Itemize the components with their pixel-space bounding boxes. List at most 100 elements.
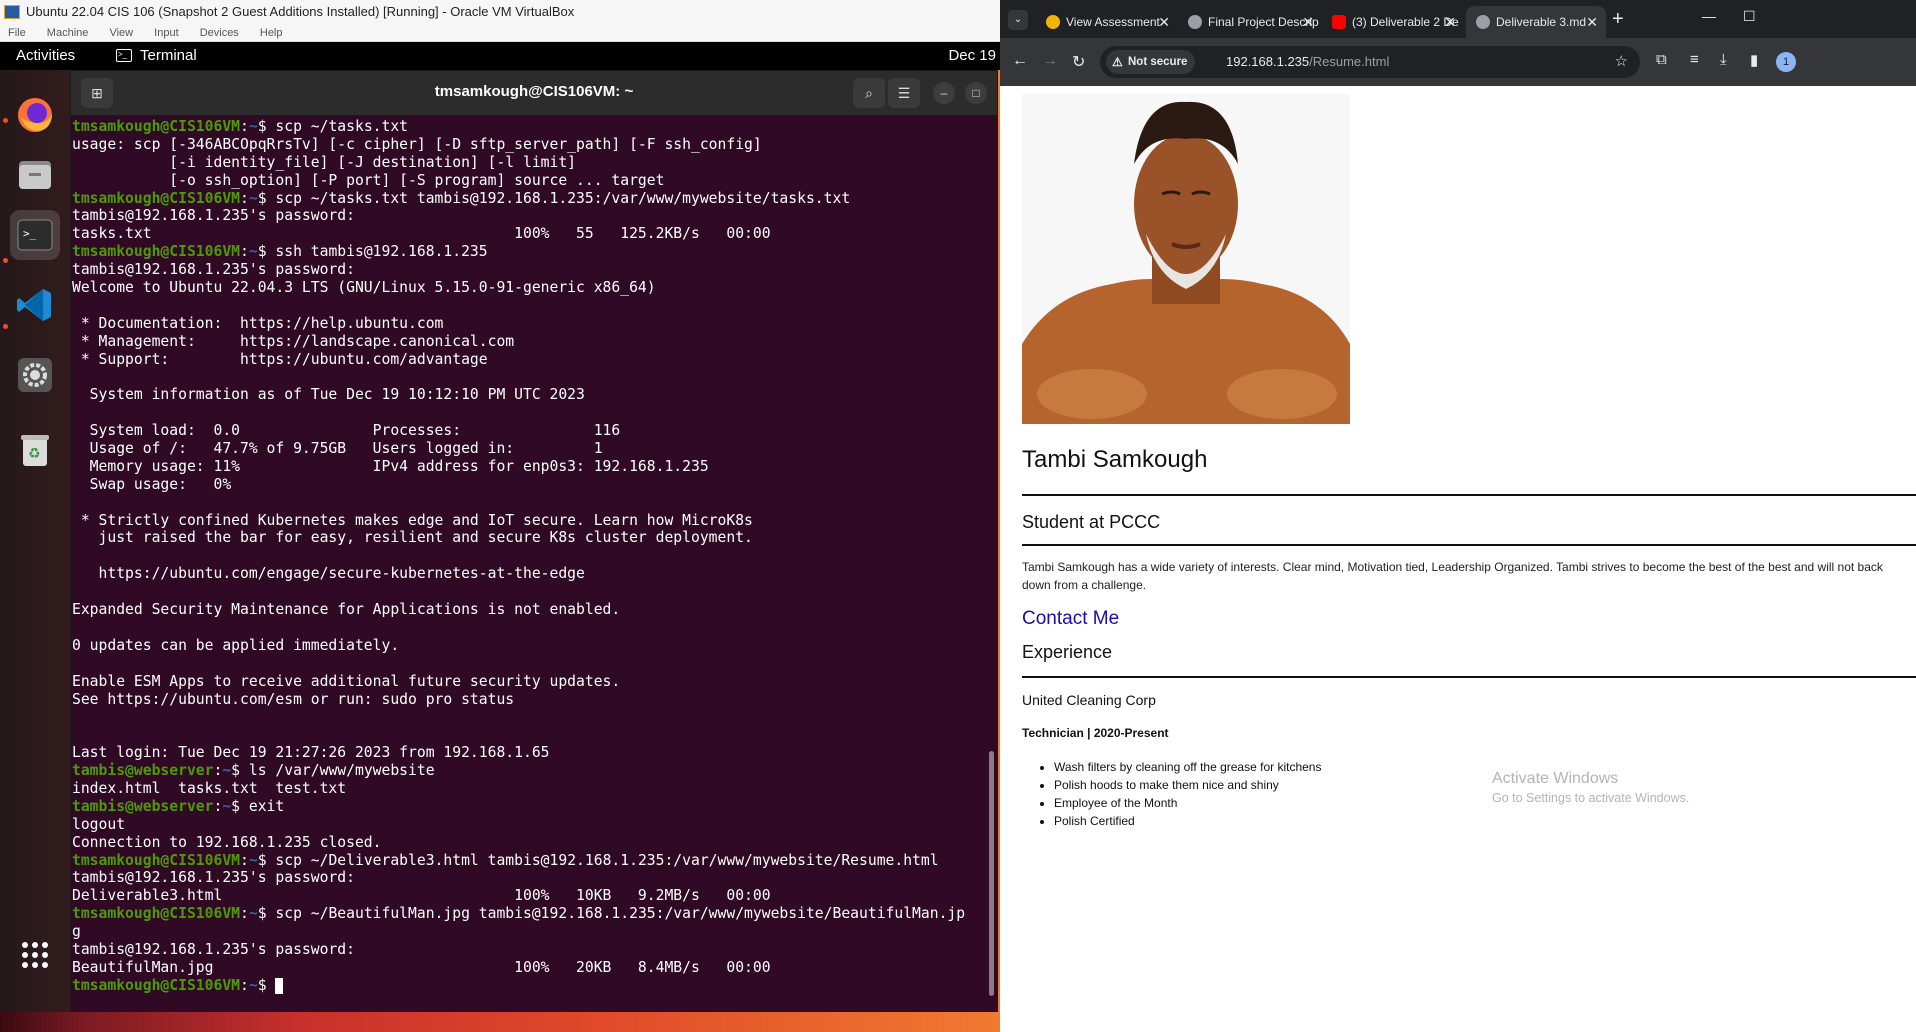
globe-icon [1476,15,1490,29]
tab-label: View Assessment [1066,15,1160,29]
divider [1022,494,1916,496]
terminal-line: [-o ssh_option] [-P port] [-S program] s… [72,171,665,189]
tab-deliverable-3[interactable]: Deliverable 3.md ✕ [1466,6,1606,38]
resume-page: Tambi Samkough Student at PCCC Tambi Sam… [1000,86,1916,1032]
search-icon[interactable]: ⌕ [853,78,885,108]
tab-search-icon[interactable]: ⌄ [1008,10,1028,30]
site-info-chip[interactable]: ⚠ Not secure [1106,50,1196,74]
menu-view[interactable]: View [109,27,133,39]
minimize-icon[interactable]: — [1702,8,1716,24]
close-icon[interactable]: ✕ [1302,6,1314,38]
close-icon[interactable]: ✕ [1444,6,1456,38]
terminal-line: Last login: Tue Dec 19 21:27:26 2023 fro… [72,744,550,762]
download-icon[interactable]: ⤓ [1720,51,1727,68]
menu-input[interactable]: Input [154,27,178,39]
side-panel-icon[interactable]: ▮ [1750,51,1758,69]
globe-icon [1188,15,1202,29]
virtualbox-icon [4,5,20,19]
tab-view-assessment[interactable]: View Assessment ✕ [1036,6,1178,38]
bookmark-star-icon[interactable]: ☆ [1615,46,1628,78]
menu-devices[interactable]: Devices [200,27,239,39]
terminal-line: https://ubuntu.com/engage/secure-kuberne… [72,565,585,583]
terminal-line: tambis@webserver:~$ exit [72,797,285,815]
forward-icon[interactable]: → [1042,52,1058,70]
terminal-line: tambis@192.168.1.235's password: [72,207,355,225]
divider [1022,676,1916,678]
prompt-path: ~ [248,189,258,207]
back-icon[interactable]: ← [1012,52,1028,70]
command-text: scp ~/BeautifulMan.jpg tambis@192.168.1.… [275,905,966,923]
job-role: Technician | 2020-Present [1022,726,1169,740]
command-text: ssh tambis@192.168.1.235 [275,243,488,261]
menu-file[interactable]: File [8,27,26,39]
tab-strip: ⌄ View Assessment ✕ Final Project Descri… [1000,0,1916,38]
running-indicator [3,118,8,123]
prompt-path: ~ [248,243,258,261]
list-item: Polish hoods to make them nice and shiny [1054,776,1321,794]
minimize-icon[interactable]: – [933,82,955,104]
company-name: United Cleaning Corp [1022,692,1156,708]
command-text: scp ~/tasks.txt tambis@192.168.1.235:/va… [275,189,851,207]
terminal-line: tambis@192.168.1.235's password: [72,261,355,279]
menu-machine[interactable]: Machine [47,27,89,39]
terminal-scrollbar[interactable] [989,751,994,996]
terminal-icon: >_ [116,49,132,62]
app-menu[interactable]: >_ Terminal [116,47,197,64]
command-text: ls /var/www/mywebsite [248,762,435,780]
terminal-line: index.html tasks.txt test.txt [72,779,347,797]
maximize-icon[interactable]: □ [965,82,987,104]
terminal-dock-icon[interactable]: >_ [10,210,60,260]
trash-icon[interactable]: ♻ [10,425,60,475]
tab-deliverable-2[interactable]: (3) Deliverable 2 De ✕ [1322,6,1464,38]
contact-me-link[interactable]: Contact Me [1022,608,1119,630]
terminal-window[interactable]: ⊞ tmsamkough@CIS106VM: ~ ⌕ ☰ – □ tmsamko… [70,70,998,1012]
prompt-user: tmsamkough@CIS106VM [72,189,241,207]
command-text: scp ~/tasks.txt [275,118,409,135]
terminal-line: Welcome to Ubuntu 22.04.3 LTS (GNU/Linux… [72,279,656,297]
firefox-icon[interactable] [10,90,60,140]
prompt-path: ~ [248,976,258,994]
vscode-icon[interactable] [10,280,60,330]
terminal-line: just raised the bar for easy, resilient … [72,529,753,547]
terminal-line: usage: scp [-346ABCOpqRrsTv] [-c cipher]… [72,135,762,153]
media-controls-icon[interactable]: ≡ [1690,51,1699,68]
terminal-line: tmsamkough@CIS106VM:~$ ssh tambis@192.16… [72,243,488,261]
close-icon[interactable]: ✕ [1586,6,1598,38]
activities-button[interactable]: Activities [16,47,75,64]
terminal-line: tasks.txt 100% 55 125.2KB/s 00:00 [72,225,771,243]
files-icon[interactable] [10,150,60,200]
extensions-icon[interactable]: ⧉ [1656,51,1667,68]
terminal-line: * Management: https://landscape.canonica… [72,332,515,350]
svg-text:♻: ♻ [28,446,41,462]
virtualbox-menubar: File Machine View Input Devices Help [0,24,1000,42]
resume-name: Tambi Samkough [1022,446,1208,473]
duties-list: Wash filters by cleaning off the grease … [1054,758,1321,830]
resume-bio: Tambi Samkough has a wide variety of int… [1022,560,1883,592]
hamburger-menu-icon[interactable]: ☰ [888,78,920,108]
terminal-line: System load: 0.0 Processes: 116 [72,422,621,440]
close-icon[interactable]: ✕ [1158,6,1170,38]
menu-help[interactable]: Help [260,27,283,39]
terminal-line: 0 updates can be applied immediately. [72,636,400,654]
dock: >_ ♻ [0,70,70,1012]
settings-icon[interactable] [10,350,60,400]
reload-icon[interactable]: ↻ [1072,52,1085,72]
tab-final-project[interactable]: Final Project Descrip ✕ [1178,6,1322,38]
terminal-line: g [72,923,81,941]
maximize-icon[interactable]: ☐ [1743,8,1756,25]
profile-avatar[interactable]: 1 [1776,52,1796,72]
terminal-line: * Documentation: https://help.ubuntu.com [72,314,444,332]
list-item: Wash filters by cleaning off the grease … [1054,758,1321,776]
clock[interactable]: Dec 19 [948,47,996,64]
terminal-line: * Support: https://ubuntu.com/advantage [72,350,488,368]
terminal-line: Connection to 192.168.1.235 closed. [72,833,382,851]
url-text[interactable]: 192.168.1.235/Resume.html [1226,46,1389,78]
app-grid-icon[interactable] [10,930,60,980]
app-menu-label: Terminal [140,47,197,64]
terminal-output[interactable]: tmsamkough@CIS106VM:~$ scp ~/tasks.txt us… [71,115,991,1011]
prompt-path: ~ [222,797,232,815]
new-tab-icon[interactable]: + [1612,8,1624,31]
address-bar[interactable]: ⚠ Not secure 192.168.1.235/Resume.html ☆ [1100,46,1640,78]
